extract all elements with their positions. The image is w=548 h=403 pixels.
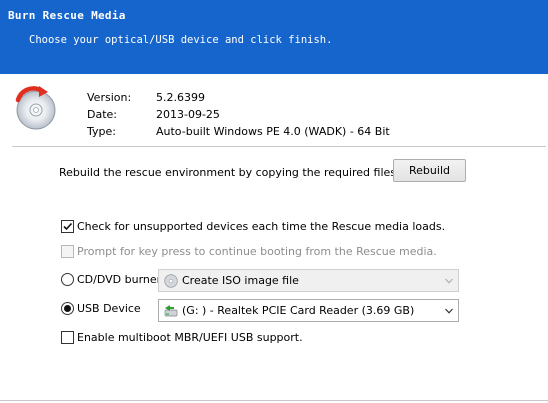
cd-dvd-combo-value: Create ISO image file xyxy=(182,274,299,287)
date-label: Date: xyxy=(87,108,117,121)
bottom-divider xyxy=(0,400,548,401)
rescue-disc-icon xyxy=(15,86,56,130)
cd-dvd-combo: Create ISO image file xyxy=(158,269,459,292)
multiboot-label[interactable]: Enable multiboot MBR/UEFI USB support. xyxy=(77,331,303,344)
usb-device-combo[interactable]: (G: ) - Realtek PCIE Card Reader (3.69 G… xyxy=(158,299,459,322)
multiboot-checkbox[interactable] xyxy=(61,331,74,344)
wizard-header: Burn Rescue Media Choose your optical/US… xyxy=(0,0,548,74)
checkmark-icon xyxy=(63,222,73,231)
wizard-title: Burn Rescue Media xyxy=(8,9,126,22)
prompt-key-label: Prompt for key press to continue booting… xyxy=(77,245,437,258)
rebuild-description: Rebuild the rescue environment by copyin… xyxy=(59,166,397,179)
version-label: Version: xyxy=(87,91,132,104)
usb-device-combo-value: (G: ) - Realtek PCIE Card Reader (3.69 G… xyxy=(182,304,415,317)
rebuild-button[interactable]: Rebuild xyxy=(393,159,466,182)
top-divider xyxy=(12,146,546,147)
check-unsupported-label[interactable]: Check for unsupported devices each time … xyxy=(77,220,445,233)
date-value: 2013-09-25 xyxy=(156,108,220,121)
check-unsupported-checkbox[interactable] xyxy=(61,220,74,233)
chevron-down-icon xyxy=(445,278,453,284)
wizard-subtitle: Choose your optical/USB device and click… xyxy=(29,34,333,46)
chevron-down-icon xyxy=(445,308,453,314)
type-label: Type: xyxy=(87,125,116,138)
usb-device-label[interactable]: USB Device xyxy=(77,302,141,315)
usb-drive-icon xyxy=(164,305,178,317)
cd-dvd-radio[interactable] xyxy=(61,273,74,286)
type-value: Auto-built Windows PE 4.0 (WADK) - 64 Bi… xyxy=(156,125,390,138)
version-value: 5.2.6399 xyxy=(156,91,205,104)
prompt-key-checkbox xyxy=(61,245,74,258)
usb-device-radio[interactable] xyxy=(61,302,74,315)
cd-dvd-label[interactable]: CD/DVD burner xyxy=(77,273,161,286)
disc-icon xyxy=(164,274,178,288)
